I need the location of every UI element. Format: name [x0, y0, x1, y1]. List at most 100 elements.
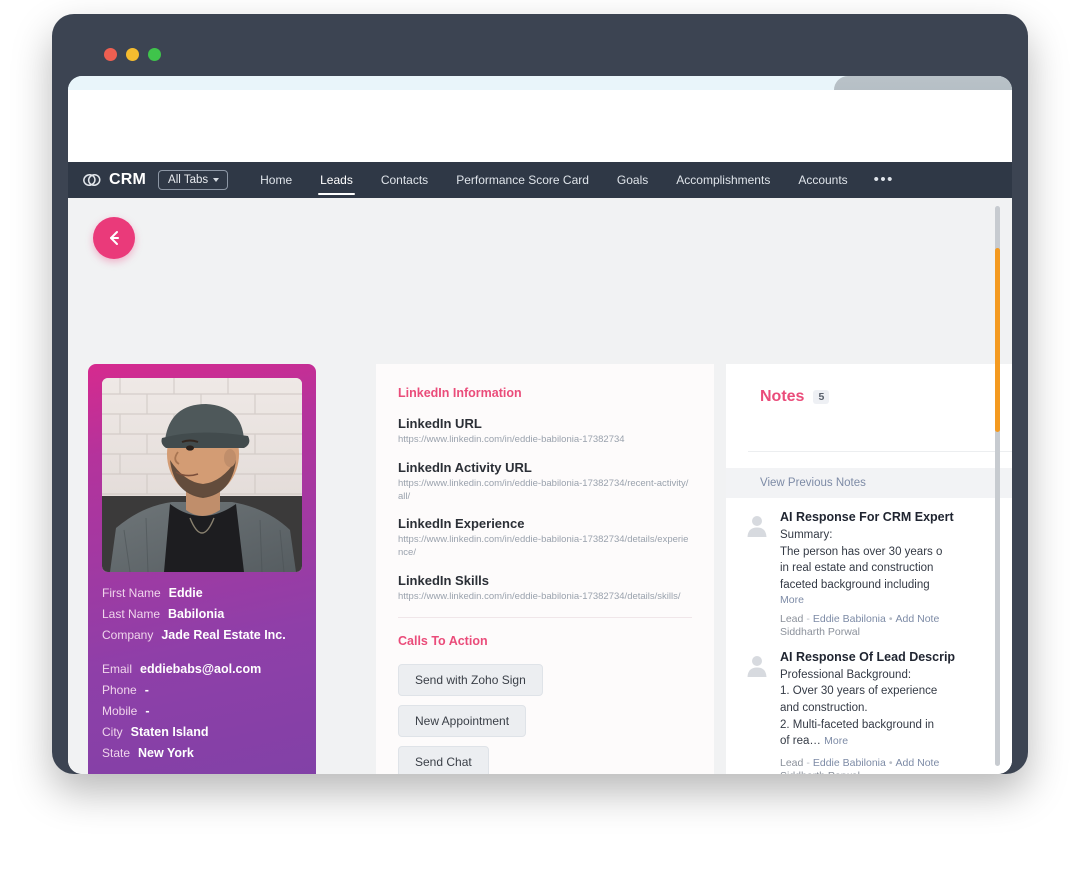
note-lead-link[interactable]: Eddie Babilonia — [813, 757, 886, 769]
nav-tab-accounts[interactable]: Accounts — [784, 162, 861, 198]
note-text-line: 2. Multi-faceted background in — [780, 718, 935, 731]
page-scrollbar-track[interactable] — [995, 206, 1000, 766]
note-text-line: and construction. — [780, 702, 868, 715]
browser-viewport: CRM All Tabs Home Leads Contacts Perform… — [68, 90, 1012, 774]
note-lead-link[interactable]: Eddie Babilonia — [813, 613, 886, 625]
nav-tab-leads[interactable]: Leads — [306, 162, 367, 198]
zoho-crm-logo-icon — [82, 172, 102, 188]
field-label: LinkedIn Skills — [398, 573, 490, 589]
crm-logo[interactable]: CRM — [82, 171, 146, 189]
note-text-line: faceted background including — [780, 579, 930, 592]
notes-divider — [748, 451, 1012, 452]
profile-field-label: Last Name — [102, 607, 161, 621]
lead-profile-card: First Name Eddie Last Name Babilonia Com… — [88, 364, 316, 774]
note-more-link[interactable]: More — [824, 735, 848, 747]
nav-tab-goals[interactable]: Goals — [603, 162, 662, 198]
chevron-down-icon — [213, 178, 220, 182]
note-title: AI Response Of Lead Descrip — [780, 649, 956, 664]
window-maximize-button[interactable] — [148, 48, 161, 61]
profile-fields-contact: Email eddiebabs@aol.com Phone - Mobile -… — [102, 662, 302, 760]
note-more-link[interactable]: More — [780, 594, 1012, 606]
all-tabs-button[interactable]: All Tabs — [158, 170, 229, 190]
nav-tab-performance-score-card[interactable]: Performance Score Card — [442, 162, 603, 198]
send-with-zoho-sign-button[interactable]: Send with Zoho Sign — [398, 663, 543, 696]
field-label: LinkedIn URL — [398, 416, 482, 431]
note-text-line: in real estate and construction — [780, 562, 934, 575]
profile-field-label: City — [102, 725, 123, 739]
linkedin-experience-field: LinkedIn Experience https://www.linkedin… — [398, 516, 692, 560]
calls-to-action-section: Calls To Action Send with Zoho Sign New … — [376, 618, 714, 774]
add-note-link[interactable]: Add Note — [896, 613, 940, 625]
profile-field-label: Phone — [102, 683, 137, 697]
profile-field-value: Jade Real Estate Inc. — [161, 628, 286, 642]
page-scrollbar-thumb[interactable] — [995, 248, 1000, 432]
window-close-button[interactable] — [104, 48, 117, 61]
crm-nav-tabs: Home Leads Contacts Performance Score Ca… — [246, 162, 906, 198]
nav-tab-home[interactable]: Home — [246, 162, 306, 198]
send-chat-button[interactable]: Send Chat — [398, 745, 489, 774]
notes-panel: Notes 5 View Previous Notes AI Response … — [726, 364, 1012, 774]
arrow-left-icon — [110, 231, 119, 245]
nav-tab-contacts[interactable]: Contacts — [367, 162, 442, 198]
linkedin-activity-url-field: LinkedIn Activity URL https://www.linked… — [398, 460, 692, 504]
linkedin-information-section: LinkedIn Information LinkedIn URL https:… — [376, 364, 714, 604]
profile-field-value: Babilonia — [168, 607, 225, 621]
field-value-link[interactable]: https://www.linkedin.com/in/eddie-babilo… — [398, 478, 692, 504]
linkedin-section-title: LinkedIn Information — [398, 386, 522, 400]
field-label: LinkedIn Experience — [398, 516, 525, 532]
window-minimize-button[interactable] — [126, 48, 139, 61]
back-button[interactable] — [93, 217, 135, 259]
field-value-link[interactable]: https://www.linkedin.com/in/eddie-babilo… — [398, 534, 692, 560]
crm-navbar: CRM All Tabs Home Leads Contacts Perform… — [68, 162, 1012, 198]
profile-row: City Staten Island — [102, 725, 302, 739]
field-label: LinkedIn Activity URL — [398, 459, 532, 475]
profile-row: Email eddiebabs@aol.com — [102, 662, 302, 676]
cta-section-title: Calls To Action — [398, 633, 488, 648]
note-text-line: of rea… — [780, 735, 821, 748]
profile-field-value: - — [144, 683, 149, 697]
lead-detail-page: First Name Eddie Last Name Babilonia Com… — [68, 198, 1012, 774]
profile-row: Last Name Babilonia — [102, 607, 302, 621]
add-note-link[interactable]: Add Note — [896, 757, 940, 769]
note-text-line: Professional Background: — [780, 668, 912, 681]
new-appointment-button[interactable]: New Appointment — [398, 704, 527, 737]
view-previous-notes-link[interactable]: View Previous Notes — [726, 468, 1012, 498]
notes-header: Notes 5 — [726, 364, 1012, 406]
field-value-link[interactable]: https://www.linkedin.com/in/eddie-babilo… — [398, 591, 692, 604]
field-value-link[interactable]: https://www.linkedin.com/in/eddie-babilo… — [398, 434, 692, 447]
profile-row: Company Jade Real Estate Inc. — [102, 628, 302, 642]
user-avatar-icon — [744, 652, 770, 678]
note-text-line: Summary: — [780, 529, 833, 541]
profile-field-value: - — [145, 704, 150, 718]
profile-field-value[interactable]: eddiebabs@aol.com — [140, 662, 261, 676]
note-item: AI Response For CRM Expert Summary: The … — [726, 498, 1012, 638]
profile-field-value: New York — [138, 746, 194, 760]
note-meta: Lead - Eddie Babilonia • Add Note — [780, 757, 940, 770]
nav-tab-accomplishments[interactable]: Accomplishments — [662, 162, 784, 198]
linkedin-url-field: LinkedIn URL https://www.linkedin.com/in… — [398, 416, 692, 447]
profile-field-value: Staten Island — [130, 725, 209, 739]
profile-field-label: Mobile — [102, 704, 138, 718]
note-text-line: The person has over 30 years o — [780, 545, 943, 558]
note-text-line: 1. Over 30 years of experience — [780, 685, 938, 698]
profile-field-label: Email — [102, 662, 133, 676]
note-item: AI Response Of Lead Descrip Professional… — [726, 638, 1012, 774]
window-traffic-lights — [104, 48, 161, 61]
profile-field-value: Eddie — [168, 586, 203, 600]
notes-title: Notes — [760, 388, 805, 405]
all-tabs-label: All Tabs — [168, 174, 209, 186]
notes-count-badge: 5 — [813, 390, 830, 404]
note-author: Siddharth Porwal — [780, 770, 1012, 774]
user-avatar-icon — [744, 512, 770, 538]
profile-row: Phone - — [102, 683, 302, 697]
note-meta: Lead - Eddie Babilonia • Add Note — [780, 612, 940, 625]
profile-field-label: Company — [102, 628, 154, 642]
note-title: AI Response For CRM Expert — [780, 510, 954, 524]
note-author: Siddharth Porwal — [780, 625, 860, 638]
browser-window-frame: ✖ + CRM All Tabs — [52, 14, 1028, 774]
profile-field-label: State — [102, 746, 131, 760]
nav-more-icon[interactable]: ••• — [862, 172, 906, 187]
profile-field-label: First Name — [102, 586, 161, 600]
note-module-label: Lead — [780, 612, 804, 625]
lead-profile-photo — [102, 378, 302, 572]
